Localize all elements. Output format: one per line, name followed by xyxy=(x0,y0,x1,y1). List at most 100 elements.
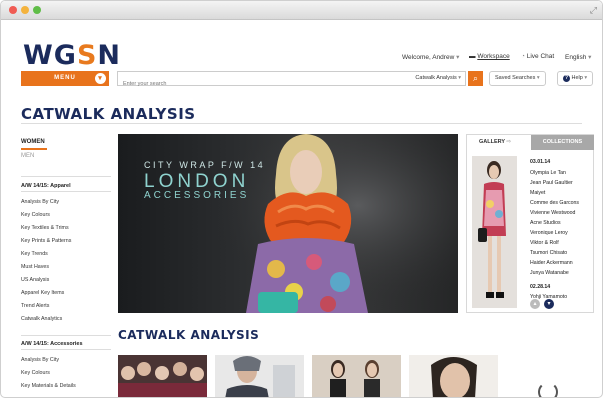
wgsn-logo[interactable]: WGSN xyxy=(23,40,121,71)
welcome-text: Welcome, Andrew xyxy=(402,54,455,61)
sidebar-item[interactable]: Key Colours xyxy=(21,212,50,218)
sidebar-item[interactable]: Trend Alerts xyxy=(21,303,49,309)
hero-kicker: CITY WRAP F/W 14 xyxy=(144,160,266,170)
help-label: Help xyxy=(571,75,583,81)
sidebar-item[interactable]: Key Textiles & Trims xyxy=(21,225,69,231)
gender-tab-women[interactable]: WOMEN xyxy=(21,139,45,145)
runway-model-image xyxy=(472,156,517,308)
chat-icon: ◔ xyxy=(521,53,525,60)
analysis-thumbnail[interactable] xyxy=(409,355,498,397)
designer-link[interactable]: Jean Paul Gaultier xyxy=(530,180,573,186)
analysis-thumbnail[interactable] xyxy=(215,355,304,397)
model-portrait-image xyxy=(215,355,304,397)
designer-link[interactable]: Comme des Garcons xyxy=(530,200,579,206)
arrow-right-icon: ⇨ xyxy=(506,139,512,145)
workspace-link[interactable]: ▬ Workspace xyxy=(469,53,510,60)
workspace-label: Workspace xyxy=(477,53,510,60)
sidebar-item[interactable]: Must Haves xyxy=(21,264,49,270)
section-title: CATWALK ANALYSIS xyxy=(118,328,260,342)
tab-gallery-label: GALLERY xyxy=(479,139,505,145)
divider xyxy=(21,191,111,192)
tab-gallery[interactable]: GALLERY ⇨ xyxy=(467,135,531,150)
search-scope-select[interactable]: Catwalk Analysis ▾ xyxy=(415,75,461,81)
chevron-down-icon: ▾ xyxy=(456,54,460,61)
live-chat-link[interactable]: ◔ Live Chat xyxy=(521,53,554,60)
divider xyxy=(21,123,582,124)
title-bar: ⤢ xyxy=(1,1,602,20)
models-group-image xyxy=(118,355,207,397)
analysis-thumbnail[interactable] xyxy=(118,355,207,397)
designer-link[interactable]: Veronique Leroy xyxy=(530,230,568,236)
briefcase-icon: ▬ xyxy=(469,53,476,60)
designer-link[interactable]: Tsumori Chisato xyxy=(530,250,567,256)
active-tab-indicator xyxy=(21,148,47,150)
chevron-down-icon: ▾ xyxy=(588,54,592,61)
saved-searches-label: Saved Searches xyxy=(495,75,536,81)
designer-link[interactable]: Haider Ackermann xyxy=(530,260,573,266)
sidebar-item[interactable]: Key Colours xyxy=(21,370,50,376)
section-heading-apparel: A/W 14/15: Apparel xyxy=(21,183,71,189)
designer-link[interactable]: Viktor & Rolf xyxy=(530,240,559,246)
welcome-menu[interactable]: Welcome, Andrew ▾ xyxy=(402,53,459,61)
loading-spinner-icon xyxy=(538,382,558,397)
menu-label: MENU xyxy=(54,75,76,81)
collection-date: 03.01.14 xyxy=(530,159,551,165)
search-button[interactable]: ⌕ xyxy=(468,71,483,86)
sidebar-item[interactable]: Analysis By City xyxy=(21,357,59,363)
minimize-window-button[interactable] xyxy=(21,6,29,14)
search-bar: Catwalk Analysis ▾ xyxy=(117,71,466,91)
sidebar-item[interactable]: Key Prints & Patterns xyxy=(21,238,71,244)
language-label: English xyxy=(565,54,587,61)
hero-banner[interactable]: CITY WRAP F/W 14 LONDON ACCESSORIES xyxy=(118,134,458,313)
language-select[interactable]: English ▾ xyxy=(565,53,591,61)
logo-text-mid: S xyxy=(76,40,98,71)
logo-text-right: N xyxy=(97,40,122,71)
designer-link[interactable]: Maiyet xyxy=(530,190,545,196)
divider xyxy=(21,176,111,177)
chevron-up-icon: ▴ xyxy=(533,301,537,307)
chevron-down-icon: ▾ xyxy=(458,75,461,81)
fullscreen-icon[interactable]: ⤢ xyxy=(590,5,597,16)
gallery-thumbnail[interactable] xyxy=(472,156,517,308)
live-chat-label: Live Chat xyxy=(526,53,555,60)
chevron-down-icon: ▾ xyxy=(584,75,588,81)
sidebar-item[interactable]: Catwalk Analytics xyxy=(21,316,62,322)
page-title: CATWALK ANALYSIS xyxy=(21,105,196,123)
designer-link[interactable]: Olympia Le Tan xyxy=(530,170,566,176)
gallery-panel: GALLERY ⇨ COLLECTIONS 03.01.14 Olympia L… xyxy=(466,134,594,313)
sidebar-item[interactable]: Apparel Key Items xyxy=(21,290,64,296)
collection-date: 02.28.14 xyxy=(530,284,551,290)
sidebar-item[interactable]: Key Materials & Details xyxy=(21,383,76,389)
browser-window: ⤢ WGSN Welcome, Andrew ▾ ▬ Workspace ◔ L… xyxy=(0,0,603,398)
search-scope-label: Catwalk Analysis xyxy=(415,75,457,81)
close-window-button[interactable] xyxy=(9,6,17,14)
sidebar-item[interactable]: US Analysis xyxy=(21,277,49,283)
sidebar-item[interactable]: Analysis By City xyxy=(21,199,59,205)
search-icon: ⌕ xyxy=(472,73,479,83)
hero-subheadline: ACCESSORIES xyxy=(144,190,250,201)
scroll-up-button[interactable]: ▴ xyxy=(530,299,540,309)
help-icon: ? xyxy=(563,75,570,82)
section-heading-accessories: A/W 14/15: Accessories xyxy=(21,341,83,347)
chevron-down-icon: ▾ xyxy=(536,75,540,81)
analysis-thumbnail[interactable] xyxy=(312,355,401,397)
scroll-down-button[interactable]: ▾ xyxy=(544,299,554,309)
divider xyxy=(21,335,111,336)
search-input[interactable] xyxy=(118,77,318,91)
designer-link[interactable]: Vivienne Westwood xyxy=(530,210,575,216)
designer-link[interactable]: Acne Studios xyxy=(530,220,561,226)
menu-button[interactable]: MENU ▾ xyxy=(21,71,109,86)
logo-text-left: WG xyxy=(23,40,77,71)
chevron-down-icon: ▾ xyxy=(547,301,551,307)
help-button[interactable]: ? Help ▾ xyxy=(557,71,594,86)
tab-collections[interactable]: COLLECTIONS xyxy=(531,135,594,150)
runway-duo-image xyxy=(312,355,401,397)
divider xyxy=(21,349,111,350)
zoom-window-button[interactable] xyxy=(33,6,41,14)
model-closeup-image xyxy=(409,355,498,397)
sidebar-item[interactable]: Key Trends xyxy=(21,251,48,257)
chevron-down-icon: ▾ xyxy=(95,73,106,84)
gender-tab-men[interactable]: MEN xyxy=(21,153,34,159)
designer-link[interactable]: Junya Watanabe xyxy=(530,270,569,276)
saved-searches-button[interactable]: Saved Searches ▾ xyxy=(489,71,546,86)
